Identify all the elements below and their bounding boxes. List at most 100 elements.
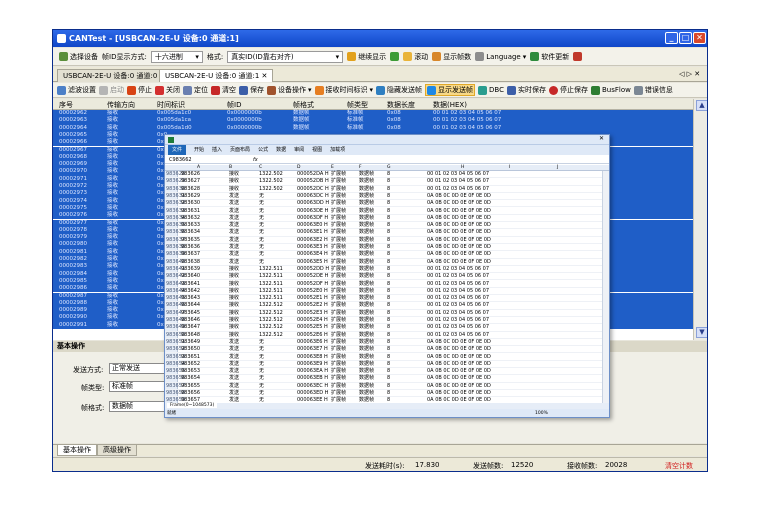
excel-cell[interactable]: 8 <box>387 368 390 375</box>
excel-cell[interactable]: 1322.512 <box>259 332 283 339</box>
excel-cell[interactable]: 8 <box>387 178 390 185</box>
excel-cell[interactable]: 0A 0B 0C 0D 0E 0F 0E 0D <box>427 244 491 251</box>
excel-cell[interactable]: 数据帧 <box>359 186 374 193</box>
excel-zoom-level[interactable]: 100% <box>535 409 548 417</box>
excel-cell[interactable]: 扩展帧 <box>331 281 346 288</box>
excel-cell[interactable]: 8 <box>387 332 390 339</box>
stop-button[interactable]: 停止 <box>127 85 152 95</box>
excel-cell[interactable]: 000052E0 H <box>297 288 328 295</box>
excel-cell[interactable]: 0A 0B 0C 0D 0E 0F 0E 0D <box>427 237 491 244</box>
excel-cell[interactable]: 983634 <box>181 229 200 236</box>
excel-cell[interactable]: 00 01 02 03 04 05 06 07 <box>427 178 489 185</box>
excel-row[interactable]: 983642 983640 接收 1322.511 000052DE H 扩展帧 数据帧 8 0… <box>165 273 609 281</box>
excel-cell[interactable]: 983645 <box>181 310 200 317</box>
excel-cell[interactable]: 00 01 02 03 04 05 06 07 <box>427 317 489 324</box>
excel-cell[interactable]: 扩展帧 <box>331 332 346 339</box>
excel-cell[interactable]: 000052DE H <box>297 273 328 280</box>
excel-cell[interactable]: 8 <box>387 383 390 390</box>
hide-send-button[interactable]: 隐藏发送帧 <box>376 85 422 95</box>
send-mode-select[interactable]: 正常发送 <box>109 363 165 374</box>
fx-icon[interactable]: fx <box>253 156 258 164</box>
excel-cell[interactable]: 1322.511 <box>259 266 283 273</box>
tab-channel-0[interactable]: USBCAN-2E-U 设备:0 通道:0 <box>57 69 164 82</box>
locate-button[interactable]: 定位 <box>183 85 208 95</box>
table-row[interactable]: 00002962 接收 0x005da1c0 0x0000000b 数据帧 标准帧 0x08… <box>53 110 693 118</box>
scroll-up-icon[interactable]: ▲ <box>696 100 707 111</box>
excel-row[interactable]: 983639 983637 发送无 000063E4 H 扩展帧 数据帧 8 0A 0B 0C… <box>165 251 609 259</box>
excel-cell[interactable]: 983647 <box>181 324 200 331</box>
excel-cell[interactable]: 983626 <box>181 171 200 178</box>
excel-cell[interactable]: 8 <box>387 375 390 382</box>
excel-cell[interactable]: 983652 <box>181 361 200 368</box>
excel-cell[interactable]: 无 <box>259 200 264 207</box>
col-header-frame-format[interactable]: 帧格式 <box>293 100 314 110</box>
excel-cell[interactable]: 8 <box>387 222 390 229</box>
continue-display-button[interactable]: 继续显示 <box>347 52 386 62</box>
excel-cell[interactable]: 数据帧 <box>359 215 374 222</box>
excel-cell[interactable]: 数据帧 <box>359 346 374 353</box>
excel-cell[interactable]: 发送 <box>229 237 239 244</box>
excel-cell[interactable]: 983646 <box>181 317 200 324</box>
excel-cell[interactable]: 数据帧 <box>359 354 374 361</box>
excel-cell[interactable]: 983649 <box>181 339 200 346</box>
excel-cell[interactable]: 数据帧 <box>359 200 374 207</box>
excel-cell[interactable]: 00 01 02 03 04 05 06 07 <box>427 324 489 331</box>
excel-cell[interactable]: 数据帧 <box>359 361 374 368</box>
sheet-tab-frame[interactable]: Frame(0~1048573) <box>167 403 218 408</box>
excel-cell[interactable]: 8 <box>387 186 390 193</box>
excel-cell[interactable]: 983630 <box>181 200 200 207</box>
col-header-data-hex[interactable]: 数据(HEX) <box>433 100 467 110</box>
excel-cell[interactable]: 983655 <box>181 383 200 390</box>
excel-cell[interactable]: 扩展帧 <box>331 251 346 258</box>
excel-cell[interactable]: 00 01 02 03 04 05 06 07 <box>427 171 489 178</box>
excel-row[interactable]: 983630 983628 接收 1322.502 000052DC H 扩展帧 数据帧 8 0… <box>165 186 609 193</box>
excel-cell[interactable]: 000063E9 H <box>297 361 328 368</box>
excel-vertical-scrollbar[interactable] <box>602 171 609 403</box>
excel-cell[interactable]: 8 <box>387 317 390 324</box>
excel-cell[interactable]: 00 01 02 03 04 05 06 07 <box>427 281 489 288</box>
save-button[interactable]: 保存 <box>239 85 264 95</box>
excel-cell[interactable]: 8 <box>387 208 390 215</box>
excel-cell[interactable]: 8 <box>387 266 390 273</box>
excel-cell[interactable]: 发送 <box>229 208 239 215</box>
excel-cell[interactable]: 数据帧 <box>359 332 374 339</box>
excel-cell[interactable]: 0A 0B 0C 0D 0E 0F 0E 0D <box>427 368 491 375</box>
excel-row[interactable]: 983633 983631 发送无 000063DE H 扩展帧 数据帧 8 0A 0B 0C… <box>165 208 609 215</box>
excel-cell[interactable]: 发送 <box>229 251 239 258</box>
excel-cell[interactable]: 00 01 02 03 04 05 06 07 <box>427 186 489 193</box>
excel-cell[interactable]: 983648 <box>181 332 200 339</box>
excel-cell[interactable]: 扩展帧 <box>331 178 346 185</box>
excel-cell[interactable]: 无 <box>259 368 264 375</box>
excel-cell[interactable]: 000063E7 H <box>297 346 328 353</box>
start-button[interactable]: 启动 <box>99 85 124 95</box>
excel-cell[interactable]: 8 <box>387 200 390 207</box>
col-header-frame-type[interactable]: 帧类型 <box>347 100 368 110</box>
excel-cell[interactable]: 发送 <box>229 215 239 222</box>
error-info-button[interactable]: 错误信息 <box>633 85 673 95</box>
excel-cell[interactable]: 无 <box>259 229 264 236</box>
tab-basic-operations[interactable]: 基本操作 <box>57 445 97 456</box>
stop-save-button[interactable]: 停止保存 <box>549 85 588 95</box>
col-header-direction[interactable]: 传输方向 <box>107 100 135 110</box>
clear-button[interactable]: 清空 <box>211 85 236 95</box>
excel-cell[interactable]: 000063DC H <box>297 193 329 200</box>
excel-cell[interactable]: 0A 0B 0C 0D 0E 0F 0E 0D <box>427 215 491 222</box>
excel-cell[interactable]: 数据帧 <box>359 273 374 280</box>
scroll-down-icon[interactable]: ▼ <box>696 327 707 338</box>
excel-cell[interactable]: 983643 <box>181 295 200 302</box>
excel-cell[interactable]: 000052E1 H <box>297 295 328 302</box>
excel-cell[interactable]: 000063DF H <box>297 215 328 222</box>
excel-cell[interactable]: 0A 0B 0C 0D 0E 0F 0E 0D <box>427 346 491 353</box>
language-button[interactable]: Language ▾ <box>475 52 526 61</box>
frame-type-select[interactable]: 标准帧 <box>109 381 165 392</box>
excel-cell[interactable]: 1322.511 <box>259 295 283 302</box>
recv-time-mark-button[interactable]: 接收时间标识 ▾ <box>314 85 373 95</box>
excel-title-bar[interactable]: ✕ <box>165 135 609 145</box>
excel-cell[interactable]: 000063DD H <box>297 200 329 207</box>
excel-cell[interactable]: 发送 <box>229 361 239 368</box>
excel-cell[interactable]: 扩展帧 <box>331 215 346 222</box>
excel-cell[interactable]: 无 <box>259 339 264 346</box>
grid-vertical-scrollbar[interactable]: ▲ ▼ <box>693 99 707 340</box>
excel-cell[interactable]: 数据帧 <box>359 383 374 390</box>
excel-cell[interactable]: 扩展帧 <box>331 273 346 280</box>
